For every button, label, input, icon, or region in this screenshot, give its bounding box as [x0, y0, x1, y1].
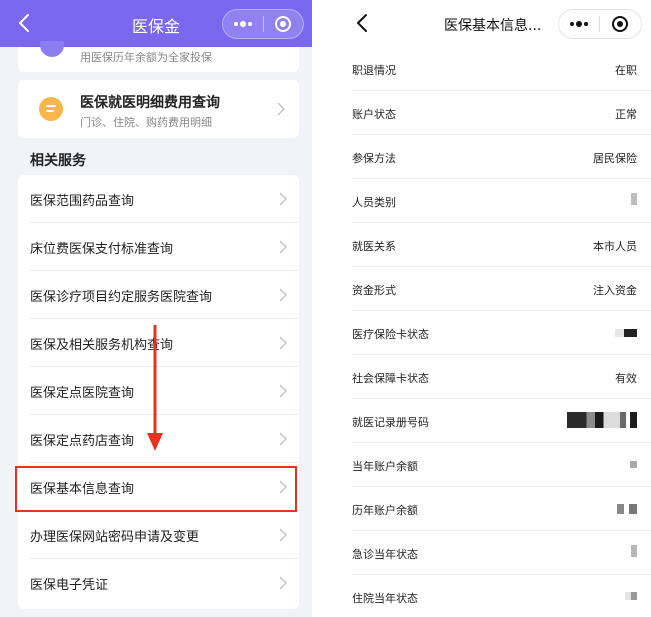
redacted-value — [631, 193, 637, 205]
info-row-social-card-status: 社会保障卡状态 有效 — [340, 355, 651, 399]
service-label: 医保定点药店查询 — [30, 434, 135, 449]
more-dots-icon — [570, 21, 588, 27]
chevron-right-icon — [279, 480, 287, 494]
redacted-value — [617, 504, 637, 514]
info-key: 社会保障卡状态 — [352, 372, 429, 385]
info-key: 账户状态 — [352, 108, 396, 121]
service-label: 医保诊疗项目约定服务医院查询 — [30, 290, 213, 305]
more-dots-icon — [233, 21, 252, 27]
info-row-inpatient-status: 住院当年状态 — [340, 575, 651, 617]
related-services-list: 医保范围药品查询 床位费医保支付标准查询 医保诊疗项目约定服务医院查询 医保及相… — [18, 175, 299, 609]
chevron-right-icon — [279, 240, 287, 254]
close-mini-program-button[interactable] — [600, 10, 640, 38]
info-value: 有效 — [615, 372, 637, 385]
info-row-fund-form: 资金形式 注入资金 — [340, 267, 651, 311]
info-value: 居民保险 — [593, 152, 637, 165]
chevron-right-icon — [279, 576, 287, 590]
chevron-right-icon — [279, 528, 287, 542]
info-key: 历年账户余额 — [352, 504, 418, 517]
info-row-history-balance: 历年账户余额 — [340, 487, 651, 531]
info-key: 急诊当年状态 — [352, 548, 418, 561]
detail-card-subtitle: 门诊、住院、购药费用明细 — [80, 116, 212, 129]
nav-bar: 医保金 — [0, 0, 312, 47]
service-item-e-voucher[interactable]: 医保电子凭证 — [18, 559, 299, 607]
service-label: 床位费医保支付标准查询 — [30, 242, 174, 257]
right-screen: 医保基本信息... 职退情况 在职 账户状态 正常 参保方法 居民保险 人员类别… — [340, 0, 651, 617]
redacted-value — [631, 545, 637, 557]
service-item-password[interactable]: 办理医保网站密码申请及变更 — [18, 511, 299, 559]
page-title: 医保基本信息... — [444, 18, 542, 34]
chevron-right-icon — [279, 288, 287, 302]
info-key: 医疗保险卡状态 — [352, 328, 429, 341]
service-label: 医保定点医院查询 — [30, 386, 135, 401]
more-menu-button[interactable] — [223, 10, 263, 38]
info-row-account-status: 账户状态 正常 — [340, 91, 651, 135]
info-key: 人员类别 — [352, 196, 396, 209]
redacted-value — [630, 461, 637, 468]
info-row-emergency-status: 急诊当年状态 — [340, 531, 651, 575]
info-key: 住院当年状态 — [352, 592, 418, 605]
redacted-value — [615, 329, 637, 337]
family-insure-subtitle: 用医保历年余额为全家投保 — [80, 51, 212, 64]
coin-icon — [39, 97, 63, 121]
info-key: 职退情况 — [352, 64, 396, 77]
service-label: 医保基本信息查询 — [30, 482, 135, 497]
info-key: 就医记录册号码 — [352, 416, 429, 429]
info-value: 注入资金 — [593, 284, 637, 297]
chevron-right-icon — [277, 102, 285, 116]
mini-program-capsule — [558, 9, 642, 39]
family-insurance-card[interactable]: 用医保历年余额为全家投保 — [18, 41, 299, 72]
service-label: 办理医保网站密码申请及变更 — [30, 530, 200, 545]
close-mini-program-button[interactable] — [263, 10, 303, 38]
detail-card-title: 医保就医明细费用查询 — [80, 95, 220, 111]
back-arrow-icon[interactable] — [352, 10, 374, 36]
info-key: 当年账户余额 — [352, 460, 418, 473]
service-item-designated-pharmacy[interactable]: 医保定点药店查询 — [18, 415, 299, 463]
info-value: 正常 — [615, 108, 637, 121]
info-row-employment-status: 职退情况 在职 — [340, 47, 651, 91]
service-item-drug-scope[interactable]: 医保范围药品查询 — [18, 175, 299, 223]
redacted-value — [567, 412, 637, 428]
info-value: 本市人员 — [593, 240, 637, 253]
mini-program-capsule — [222, 9, 304, 39]
left-screen: 医保金 用医保历年余额为全家投保 医保就医明细费用查询 门诊、住院、购药费用明细 — [0, 0, 312, 617]
service-label: 医保及相关服务机构查询 — [30, 338, 174, 353]
more-menu-button[interactable] — [559, 10, 599, 38]
medical-detail-query-card[interactable]: 医保就医明细费用查询 门诊、住院、购药费用明细 — [18, 80, 299, 138]
info-row-person-category: 人员类别 — [340, 179, 651, 223]
info-key: 参保方法 — [352, 152, 396, 165]
info-key: 资金形式 — [352, 284, 396, 297]
service-label: 医保电子凭证 — [30, 578, 109, 593]
service-item-bed-fee[interactable]: 床位费医保支付标准查询 — [18, 223, 299, 271]
info-row-insurance-card-status: 医疗保险卡状态 — [340, 311, 651, 355]
service-item-designated-hospital[interactable]: 医保定点医院查询 — [18, 367, 299, 415]
info-row-record-book-number: 就医记录册号码 — [340, 399, 651, 443]
redacted-value — [625, 592, 637, 600]
info-value: 在职 — [615, 64, 637, 77]
related-services-heading: 相关服务 — [30, 153, 86, 169]
chevron-right-icon — [279, 384, 287, 398]
info-row-insurance-method: 参保方法 居民保险 — [340, 135, 651, 179]
target-close-icon — [612, 16, 628, 32]
info-key: 就医关系 — [352, 240, 396, 253]
chevron-right-icon — [279, 336, 287, 350]
info-row-current-year-balance: 当年账户余额 — [340, 443, 651, 487]
service-item-agencies[interactable]: 医保及相关服务机构查询 — [18, 319, 299, 367]
chevron-right-icon — [279, 192, 287, 206]
nav-bar: 医保基本信息... — [340, 0, 651, 47]
target-close-icon — [275, 16, 292, 32]
service-item-basic-info[interactable]: 医保基本信息查询 — [18, 463, 299, 511]
info-row-medical-relation: 就医关系 本市人员 — [340, 223, 651, 267]
family-insure-icon — [40, 41, 64, 57]
service-label: 医保范围药品查询 — [30, 194, 135, 209]
service-item-treatment-hospital[interactable]: 医保诊疗项目约定服务医院查询 — [18, 271, 299, 319]
chevron-right-icon — [279, 432, 287, 446]
